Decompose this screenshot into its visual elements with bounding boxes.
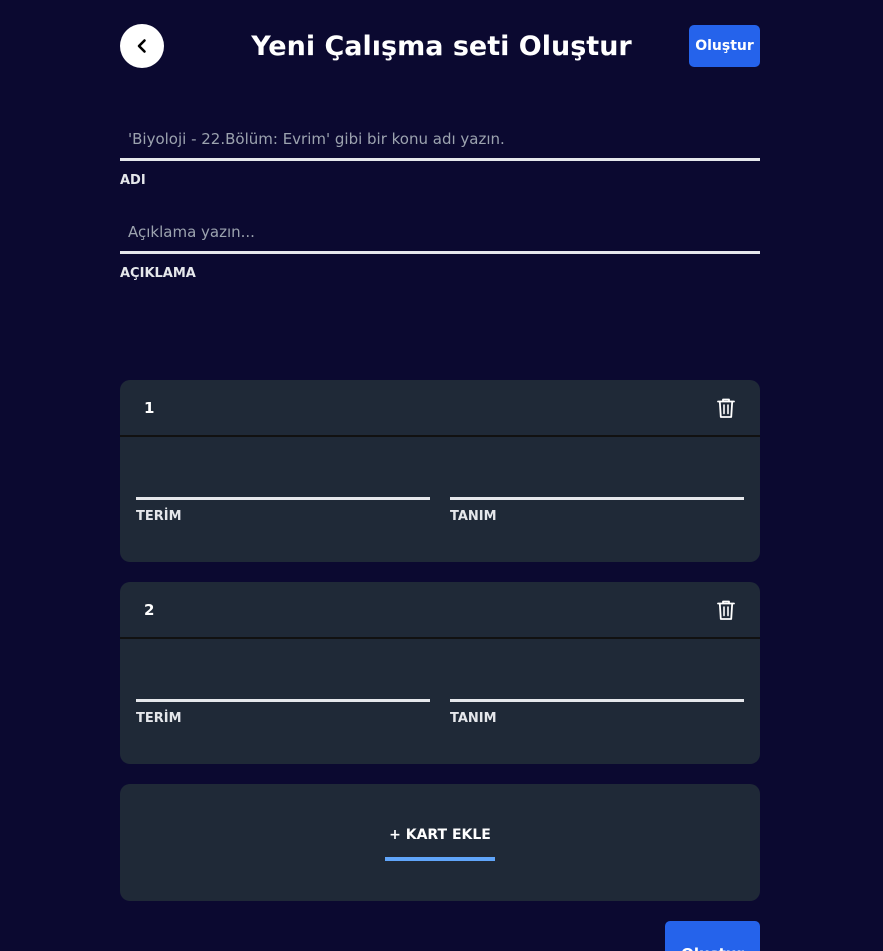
flashcard: 1 TERİM TANIM — [120, 380, 760, 562]
definition-label: TANIM — [450, 711, 497, 726]
definition-label: TANIM — [450, 509, 497, 524]
chevron-left-icon — [137, 39, 146, 53]
flashcard: 2 TERİM TANIM — [120, 582, 760, 764]
definition-input[interactable] — [450, 699, 744, 702]
term-input[interactable] — [136, 497, 430, 500]
term-label: TERİM — [136, 509, 182, 524]
create-study-set-page: Yeni Çalışma seti Oluştur Oluştur ADI AÇ… — [0, 0, 883, 951]
card-header: 2 — [120, 582, 760, 639]
definition-column: TANIM — [450, 699, 744, 726]
term-column: TERİM — [136, 497, 430, 524]
description-label: AÇIKLAMA — [120, 266, 196, 281]
term-column: TERİM — [136, 699, 430, 726]
name-input[interactable] — [120, 126, 760, 161]
card-number: 2 — [144, 600, 155, 619]
trash-icon[interactable] — [716, 397, 736, 419]
page-title: Yeni Çalışma seti Oluştur — [251, 31, 632, 62]
definition-input[interactable] — [450, 497, 744, 500]
name-label: ADI — [120, 173, 146, 188]
card-number: 1 — [144, 398, 155, 417]
create-button-top[interactable]: Oluştur — [689, 25, 760, 67]
card-body: TERİM TANIM — [136, 497, 744, 524]
name-field-group: ADI — [120, 126, 760, 188]
card-header: 1 — [120, 380, 760, 437]
card-body: TERİM TANIM — [136, 699, 744, 726]
description-field-group: AÇIKLAMA — [120, 219, 760, 281]
add-card-label: + KART EKLE — [385, 827, 495, 861]
add-card-button[interactable]: + KART EKLE — [120, 784, 760, 901]
trash-icon[interactable] — [716, 599, 736, 621]
term-label: TERİM — [136, 711, 182, 726]
definition-column: TANIM — [450, 497, 744, 524]
back-button[interactable] — [120, 24, 164, 68]
term-input[interactable] — [136, 699, 430, 702]
description-input[interactable] — [120, 219, 760, 254]
create-button-bottom[interactable]: Oluştur — [665, 921, 760, 951]
